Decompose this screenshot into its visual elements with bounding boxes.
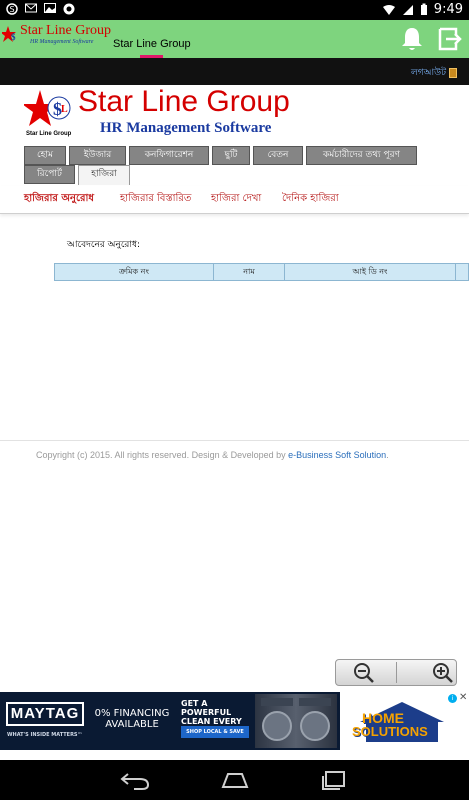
maytag-financing-line1: 0% FINANCING	[94, 708, 170, 719]
column-header-id: আই ডি নং	[285, 264, 456, 280]
site-title: Star Line Group	[78, 85, 290, 118]
app-brand: Star Line Group	[20, 23, 111, 38]
maytag-cta-button[interactable]: SHOP LOCAL & SAVE	[181, 726, 249, 738]
column-header-name: নাম	[214, 264, 285, 280]
status-time: 9:49	[433, 2, 463, 17]
home-solutions-line2: SOLUTIONS	[352, 724, 428, 739]
signal-icon	[402, 4, 413, 15]
image-icon	[44, 3, 56, 15]
exit-icon[interactable]	[436, 26, 462, 52]
ad-close-icon[interactable]: ✕	[459, 692, 467, 703]
submenu-view-attendance[interactable]: হাজিরা দেখা	[211, 191, 261, 208]
app-brand-subtitle: HR Management Software	[30, 39, 94, 45]
footer-divider	[0, 440, 469, 441]
request-table: ক্রমিক নং নাম আই ডি নং	[54, 263, 469, 281]
maytag-financing: 0% FINANCING AVAILABLE	[93, 708, 171, 730]
svg-text:$: $	[11, 32, 16, 42]
tab-salary[interactable]: বেতন	[253, 146, 303, 165]
tab-user[interactable]: ইউজার	[69, 146, 126, 165]
status-bar: S 9:49	[0, 0, 469, 20]
ad-info-icon[interactable]: i	[448, 694, 457, 703]
back-icon[interactable]	[118, 768, 152, 792]
svg-text:L: L	[61, 104, 68, 115]
maytag-ad[interactable]: MAYTAG WHAT'S INSIDE MATTERS™ 0% FINANCI…	[0, 692, 340, 750]
maytag-logo: MAYTAG	[6, 702, 84, 726]
recents-icon[interactable]	[318, 768, 352, 792]
wifi-icon	[382, 4, 395, 15]
email-icon	[25, 3, 37, 15]
site-subtitle: HR Management Software	[100, 120, 272, 136]
zoom-out-icon[interactable]	[336, 660, 396, 685]
tab-leave[interactable]: ছুটি	[212, 146, 250, 165]
android-nav-bar	[0, 760, 469, 800]
logout-link[interactable]: লগআউট	[411, 65, 457, 80]
column-header-serial: ক্রমিক নং	[55, 264, 214, 280]
footer-suffix: .	[386, 450, 389, 460]
app-icon	[63, 3, 75, 15]
maytag-financing-line2: AVAILABLE	[105, 719, 159, 730]
tab-home[interactable]: হোম	[24, 146, 66, 165]
tab-attendance[interactable]: হাজিরা	[78, 165, 130, 185]
footer: Copyright (c) 2015. All rights reserved.…	[36, 450, 389, 460]
notification-icons: S	[6, 3, 75, 15]
app-toolbar: $ Star Line Group HR Management Software…	[0, 20, 469, 58]
submenu-bar: হাজিরার অনুরোধ হাজিরার বিস্তারিত হাজিরা …	[0, 186, 469, 214]
home-icon[interactable]	[218, 768, 252, 792]
app-logo-icon: $	[2, 26, 16, 42]
system-indicators: 9:49	[382, 2, 463, 17]
submenu-attendance-details[interactable]: হাজিরার বিস্তারিত	[120, 191, 191, 208]
zoom-controls	[335, 659, 457, 686]
site-logo-label: Star Line Group	[26, 131, 72, 137]
footer-developer-link[interactable]: e-Business Soft Solution	[288, 450, 386, 460]
request-label: আবেদনের অনুরোধ:	[67, 240, 141, 250]
washer-image	[255, 694, 337, 748]
submenu-attendance-request[interactable]: হাজিরার অনুরোধ	[24, 191, 94, 208]
submenu-daily-attendance[interactable]: দৈনিক হাজিরা	[282, 191, 339, 208]
maytag-tagline: WHAT'S INSIDE MATTERS™	[7, 732, 83, 738]
zoom-in-icon[interactable]	[397, 660, 457, 685]
top-strip: লগআউট	[0, 58, 469, 85]
ad-banner[interactable]: MAYTAG WHAT'S INSIDE MATTERS™ 0% FINANCI…	[0, 692, 469, 750]
skype-icon: S	[6, 3, 18, 15]
tab-employee-info[interactable]: কর্মচারীদের তথ্য পূরণ	[306, 146, 417, 165]
tab-report[interactable]: রিপোর্ট	[24, 165, 75, 184]
svg-text:S: S	[9, 5, 14, 14]
bell-icon[interactable]	[400, 26, 424, 52]
logout-label: লগআউট	[410, 68, 446, 78]
footer-copyright: Copyright (c) 2015. All rights reserved.…	[36, 450, 289, 460]
app-title: Star Line Group	[113, 38, 191, 50]
door-icon	[449, 67, 457, 78]
battery-icon	[420, 3, 427, 15]
tab-configuration[interactable]: কনফিগারেশন	[129, 146, 209, 165]
